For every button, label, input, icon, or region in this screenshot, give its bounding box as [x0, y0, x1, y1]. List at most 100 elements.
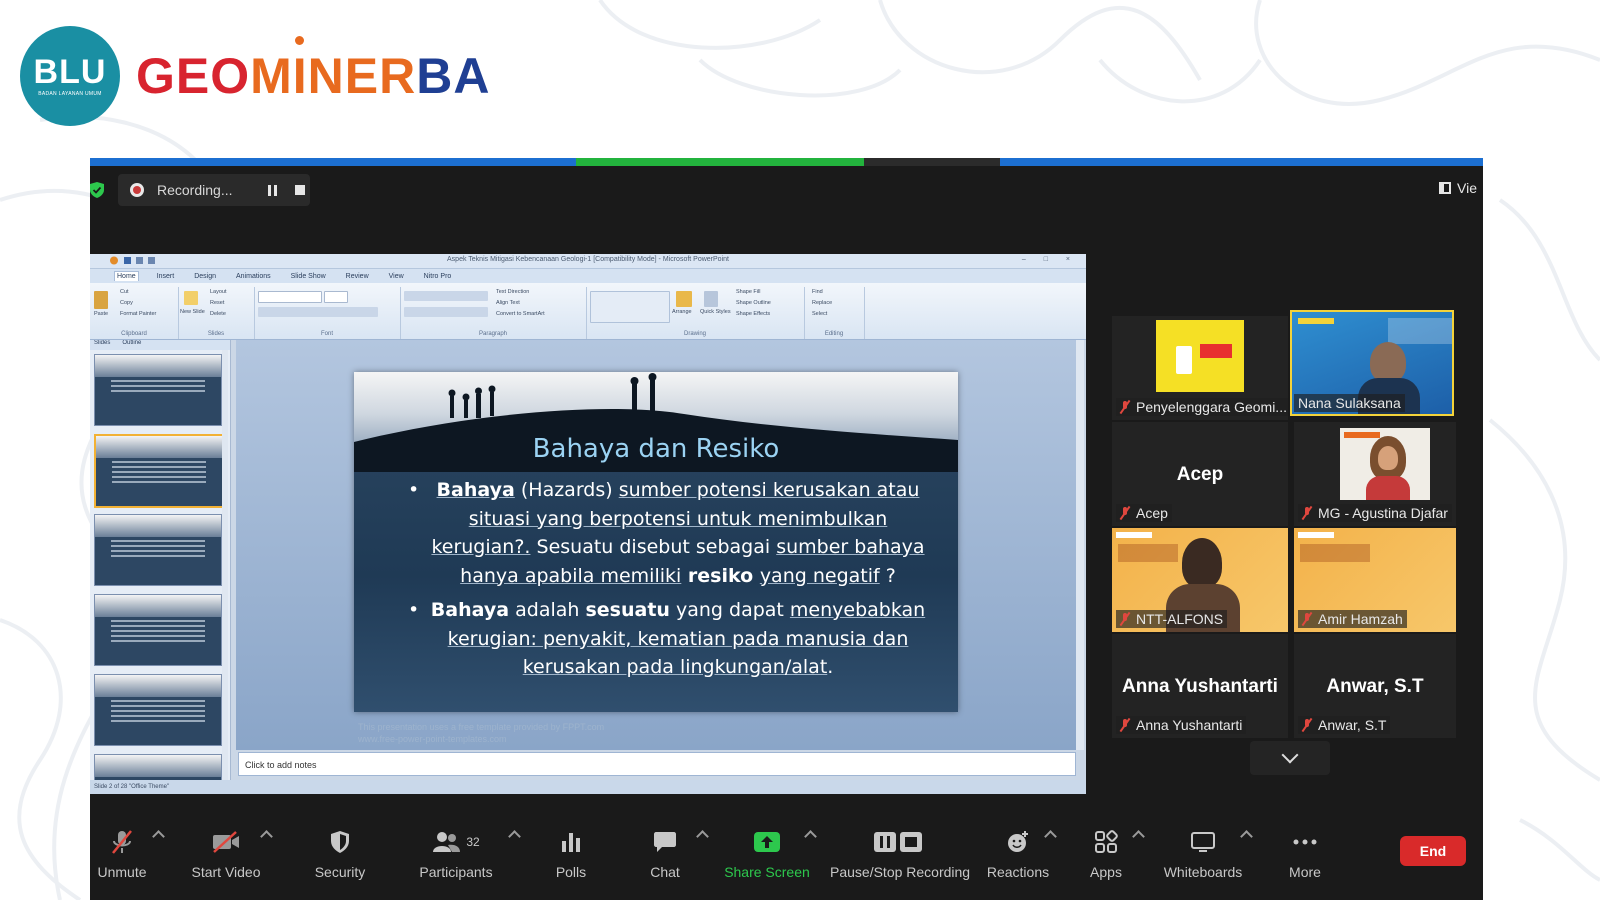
slide-thumbnail[interactable] [94, 754, 222, 780]
shape-outline-button[interactable]: Shape Outline [736, 300, 771, 306]
viewing-share-banner[interactable] [576, 158, 864, 166]
new-slide-label[interactable]: New Slide [180, 309, 205, 315]
blu-logo-subtext: BADAN LAYANAN UMUM [38, 91, 102, 97]
ribbon-group-font: Font [254, 287, 401, 339]
bullet1-run: Sesuatu disebut sebagai [530, 536, 777, 558]
reactions-button[interactable]: Reactions [986, 826, 1050, 880]
share-screen-icon [754, 832, 780, 852]
shape-effects-button[interactable]: Shape Effects [736, 311, 770, 317]
ppt-tab-review[interactable]: Review [344, 272, 371, 281]
view-button[interactable]: Vie [1439, 180, 1483, 196]
slide-thumbnail[interactable] [94, 594, 222, 666]
security-button[interactable]: Security [310, 826, 370, 880]
slides-panel-scrollbar[interactable] [222, 350, 228, 780]
font-size-select[interactable] [324, 291, 348, 303]
more-button[interactable]: More [1282, 826, 1328, 880]
encryption-shield-icon[interactable] [90, 182, 104, 198]
participant-tile[interactable]: Amir Hamzah [1294, 528, 1456, 632]
unmute-button[interactable]: Unmute [92, 826, 152, 880]
ppt-tab-nitro-pro[interactable]: Nitro Pro [422, 272, 454, 281]
participants-button[interactable]: 32 Participants [416, 826, 496, 880]
view-options-button[interactable] [864, 158, 1000, 166]
participant-tile[interactable]: Acep Acep [1112, 422, 1288, 526]
participant-tile[interactable]: Penyelenggara Geomi... [1112, 316, 1288, 420]
participant-tile[interactable]: NTT-ALFONS [1112, 528, 1288, 632]
find-button[interactable]: Find [812, 289, 823, 295]
font-format-icons[interactable] [258, 307, 378, 317]
participant-name: Nana Sulaksana [1298, 395, 1401, 411]
banner-logo-icon [1344, 432, 1380, 438]
reset-button[interactable]: Reset [210, 300, 224, 306]
whiteboards-button[interactable]: Whiteboards [1160, 826, 1246, 880]
cut-button[interactable]: Cut [120, 289, 129, 295]
ppt-window-controls[interactable]: – □ × [1022, 256, 1078, 263]
chat-icon [654, 832, 676, 852]
chat-options-caret-icon[interactable] [696, 830, 709, 843]
ppt-tab-animations[interactable]: Animations [234, 272, 273, 281]
layout-button[interactable]: Layout [210, 289, 227, 295]
banner-logo-icon [1298, 532, 1334, 538]
edit-area-scrollbar[interactable] [1076, 340, 1084, 750]
quick-styles-icon[interactable] [704, 291, 718, 307]
share-screen-button[interactable]: Share Screen [724, 826, 810, 880]
stop-recording-icon[interactable] [295, 185, 305, 195]
new-slide-icon[interactable] [184, 291, 198, 305]
list-icons[interactable] [404, 291, 488, 301]
pause-recording-icon[interactable] [265, 183, 279, 197]
participant-tile[interactable]: Anna Yushantarti Anna Yushantarti [1112, 634, 1288, 738]
paste-icon[interactable] [94, 291, 108, 309]
shapes-gallery[interactable] [590, 291, 670, 323]
convert-smartart-button[interactable]: Convert to SmartArt [496, 311, 545, 317]
chat-button[interactable]: Chat [642, 826, 688, 880]
audio-options-caret-icon[interactable] [152, 830, 165, 843]
paste-label[interactable]: Paste [94, 311, 108, 317]
start-video-label: Start Video [191, 864, 261, 880]
slide-credit: This presentation uses a free template p… [358, 721, 604, 745]
replace-button[interactable]: Replace [812, 300, 832, 306]
polls-button[interactable]: Polls [546, 826, 596, 880]
participants-options-caret-icon[interactable] [508, 830, 521, 843]
ppt-tab-home[interactable]: Home [114, 271, 139, 281]
participant-tile[interactable]: Anwar, S.T Anwar, S.T [1294, 634, 1456, 738]
ppt-tab-insert[interactable]: Insert [155, 272, 177, 281]
align-icons[interactable] [404, 307, 488, 317]
gallery-next-page-button[interactable] [1250, 741, 1330, 775]
phone-icon [1176, 346, 1192, 374]
arrange-button[interactable]: Arrange [672, 309, 692, 315]
brand-header: BLU BADAN LAYANAN UMUM GEOMINER BA [20, 26, 490, 126]
pause-stop-recording-button[interactable]: Pause/Stop Recording [830, 826, 970, 880]
participant-name-bar: NTT-ALFONS [1116, 610, 1228, 628]
current-slide[interactable]: Bahaya dan Resiko Bahaya (Hazards) sumbe… [354, 372, 958, 712]
slide-thumbnail[interactable] [94, 514, 222, 586]
delete-button[interactable]: Delete [210, 311, 226, 317]
copy-button[interactable]: Copy [120, 300, 133, 306]
view-label: Vie [1457, 180, 1477, 196]
ribbon-group-label: Clipboard [121, 331, 147, 337]
select-button[interactable]: Select [812, 311, 827, 317]
ribbon-group-label: Editing [824, 331, 844, 337]
start-video-button[interactable]: Start Video [186, 826, 266, 880]
apps-button[interactable]: Apps [1084, 826, 1128, 880]
slide-thumbnail[interactable] [94, 674, 222, 746]
slide-thumbnail[interactable] [94, 354, 222, 426]
shape-fill-button[interactable]: Shape Fill [736, 289, 760, 295]
shared-screen-powerpoint: Aspek Teknis Mitigasi Kebencanaan Geolog… [90, 254, 1086, 794]
arrange-icon[interactable] [676, 291, 692, 307]
slide-thumbnail-selected[interactable] [94, 434, 224, 508]
ppt-tab-slide-show[interactable]: Slide Show [289, 272, 328, 281]
wordmark-miner: MINER [250, 36, 416, 104]
apps-options-caret-icon[interactable] [1132, 830, 1145, 843]
format-painter-button[interactable]: Format Painter [120, 311, 156, 317]
tab-outline[interactable]: Outline [122, 340, 141, 350]
text-direction-button[interactable]: Text Direction [496, 289, 529, 295]
ppt-tab-view[interactable]: View [387, 272, 406, 281]
font-name-select[interactable] [258, 291, 322, 303]
participant-tile[interactable]: MG - Agustina Djafar [1294, 422, 1456, 526]
ppt-tab-design[interactable]: Design [192, 272, 218, 281]
end-meeting-button[interactable]: End [1400, 836, 1466, 866]
notes-input[interactable]: Click to add notes [238, 752, 1076, 776]
participant-tile-active-speaker[interactable]: Nana Sulaksana [1290, 310, 1454, 416]
quick-styles-button[interactable]: Quick Styles [700, 309, 731, 315]
tab-slides[interactable]: Slides [94, 340, 110, 350]
align-text-button[interactable]: Align Text [496, 300, 520, 306]
